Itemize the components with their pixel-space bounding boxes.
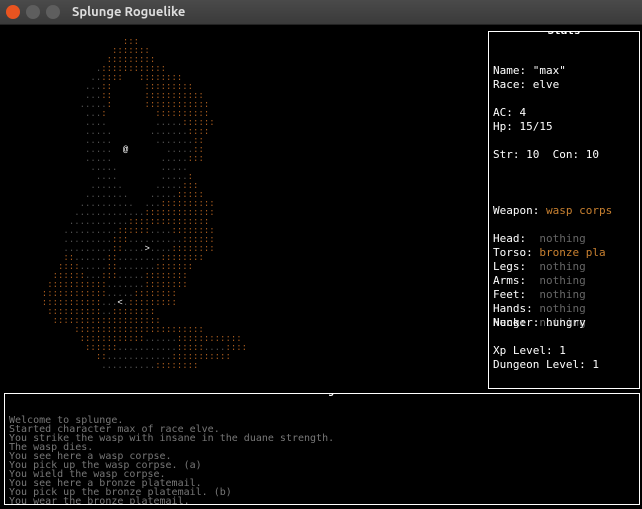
dungeon-value: 1 [592,358,599,371]
stats-header: Stats [543,31,584,38]
hunger-value: hungry [546,316,586,329]
window-titlebar: Splunge Roguelike [0,0,642,25]
messages-header: Messages [294,393,350,396]
dungeon-map[interactable]: ::: ::::::: ::::::::: .:::::::::::: ..::… [4,29,482,389]
arms-value: nothing [539,274,585,287]
torso-label: Torso: [493,246,533,259]
close-icon[interactable] [6,5,20,19]
con-label: Con: [553,148,580,161]
hp-label: Hp: [493,120,513,133]
stats-panel: Stats Name: "max" Race: elve AC: 4 Hp: 1… [488,31,640,389]
torso-value: bronze pla [539,246,605,259]
weapon-value: wasp corps [546,204,612,217]
window-title: Splunge Roguelike [72,5,185,19]
ac-value: 4 [520,106,527,119]
minimize-icon[interactable] [26,5,40,19]
xp-value: 1 [559,344,566,357]
arms-label: Arms: [493,274,526,287]
weapon-label: Weapon: [493,204,539,217]
game-area[interactable]: ::: ::::::: ::::::::: .:::::::::::: ..::… [0,25,642,509]
dungeon-label: Dungeon Level: [493,358,586,371]
legs-value: nothing [539,260,585,273]
feet-label: Feet: [493,288,526,301]
player-glyph: @ [123,145,128,155]
ac-label: AC: [493,106,513,119]
messages-panel: Messages Welcome to splunge. Started cha… [4,393,640,505]
str-label: Str: [493,148,520,161]
legs-label: Legs: [493,260,526,273]
maximize-icon[interactable] [46,5,60,19]
race-value: elve [533,78,560,91]
feet-value: nothing [539,288,585,301]
name-label: Name: [493,64,526,77]
name-value: "max" [533,64,566,77]
head-value: nothing [539,232,585,245]
str-value: 10 [526,148,539,161]
hp-value: 15/15 [520,120,553,133]
message-line: You wear the bronze platemail. [9,496,190,505]
con-value: 10 [586,148,599,161]
stats-bottom: Hunger: hungry Xp Level: 1 Dungeon Level… [493,302,635,386]
race-label: Race: [493,78,526,91]
xp-label: Xp Level: [493,344,553,357]
hunger-label: Hunger: [493,316,539,329]
head-label: Head: [493,232,526,245]
